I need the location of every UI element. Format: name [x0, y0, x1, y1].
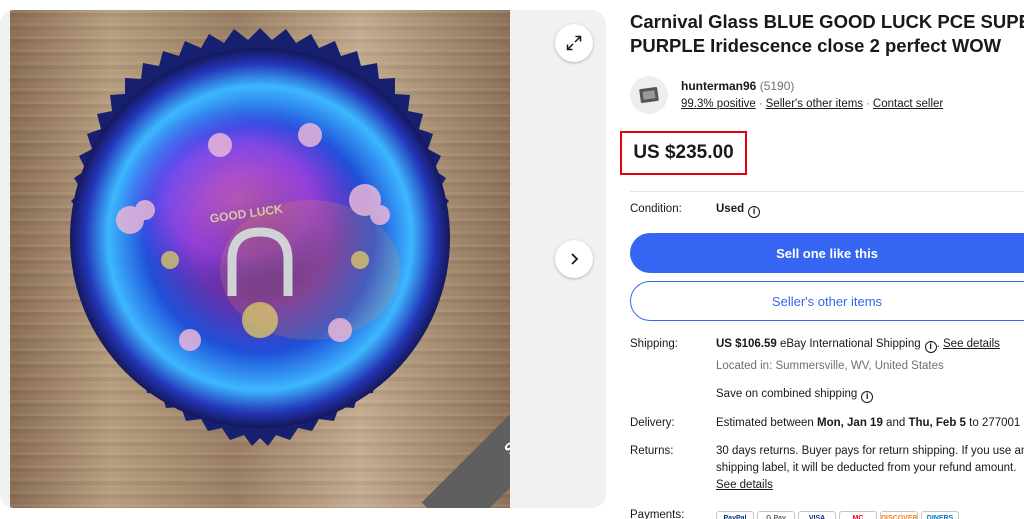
shipping-method: eBay International Shipping: [779, 338, 921, 350]
separator-dot: ·: [758, 98, 763, 110]
seller-links: 99.3% positive · Seller's other items · Cont…: [681, 98, 943, 110]
price: US $235.00: [633, 142, 734, 163]
shipping-amount: US $106.59: [716, 338, 777, 350]
price-highlight: US $235.00: [620, 131, 747, 175]
info-icon[interactable]: i: [748, 206, 761, 218]
carnival-glass-bowl-image: GOOD LUCK: [70, 28, 450, 446]
sellers-other-items-link[interactable]: Seller's other items: [766, 98, 863, 110]
google-pay-logo: G Pay: [757, 511, 795, 519]
listing-title-line-2: PURPLE Iridescence close 2 perfect WOW: [630, 35, 1002, 56]
delivery-label: Delivery:: [630, 417, 675, 429]
listing-photo[interactable]: GOOD LUCK SOLD: [10, 10, 510, 508]
delivery-end: Thu, Feb 5: [908, 417, 966, 429]
delivery-estimate: Estimated between Mon, Jan 19 and Thu, F…: [716, 417, 1020, 429]
combined-shipping-text: Save on combined shipping: [716, 388, 858, 400]
chevron-right-icon: [571, 253, 579, 265]
sellers-other-items-button[interactable]: Seller's other items: [630, 281, 1024, 321]
payments-label: Payments:: [630, 509, 685, 519]
seller-feedback-score: (5190): [759, 79, 795, 93]
condition-label: Condition:: [630, 203, 682, 215]
visa-logo: VISA: [798, 511, 836, 519]
info-icon[interactable]: i: [861, 391, 874, 403]
diners-club-logo: DINERS: [921, 511, 959, 519]
seller-positive-link[interactable]: 99.3% positive: [681, 98, 756, 110]
returns-label: Returns:: [630, 445, 674, 457]
delivery-start: Mon, Jan 19: [817, 417, 883, 429]
combined-shipping-row: Save on combined shipping i: [716, 388, 874, 403]
delivery-prefix: Estimated between: [716, 417, 814, 429]
next-image-button[interactable]: [555, 240, 593, 278]
shipping-label: Shipping:: [630, 338, 678, 350]
discover-logo: DISCOVER: [880, 511, 918, 519]
seller-card: hunterman96 (5190) 99.3% positive · Seller…: [630, 76, 1024, 116]
payment-methods: PayPal G Pay VISA MC DISCOVER DINERS: [716, 507, 962, 519]
sell-one-like-this-button[interactable]: Sell one like this: [630, 233, 1024, 273]
contact-seller-link[interactable]: Contact seller: [873, 98, 943, 110]
shipping-row: US $106.59 eBay International Shipping i.…: [716, 338, 1000, 353]
seller-avatar[interactable]: [630, 76, 668, 114]
image-gallery: GOOD LUCK SOLD: [0, 10, 606, 508]
separator-dot: ·: [866, 98, 870, 110]
condition-value: Used: [716, 203, 745, 215]
expand-image-button[interactable]: [555, 24, 593, 62]
mastercard-logo: MC: [839, 511, 877, 519]
info-icon[interactable]: i: [924, 341, 937, 353]
returns-line-2: shipping label, it will be deducted from…: [716, 462, 1017, 474]
condition-value-row: Used i: [716, 203, 761, 218]
item-location: Located in: Summersville, WV, United Sta…: [716, 360, 944, 372]
returns-see-details-link[interactable]: See details: [716, 479, 773, 491]
shipping-see-details-link[interactable]: See details: [943, 338, 1000, 350]
listing-title: Carnival Glass BLUE GOOD LUCK PCE SUPER …: [630, 10, 1024, 58]
seller-name[interactable]: hunterman96: [681, 79, 756, 93]
expand-icon: [566, 35, 582, 51]
divider: [630, 191, 1024, 192]
seller-name-row: hunterman96 (5190): [681, 79, 794, 93]
listing-title-line-1: Carnival Glass BLUE GOOD LUCK PCE SUPER: [630, 11, 1024, 32]
sold-label: SOLD: [501, 412, 510, 459]
seller-avatar-icon: [639, 86, 659, 104]
paypal-logo: PayPal: [716, 511, 754, 519]
returns-line-1: 30 days returns. Buyer pays for return s…: [716, 445, 1024, 457]
delivery-and: and: [886, 417, 906, 429]
delivery-suffix: to 277001: [969, 417, 1021, 429]
